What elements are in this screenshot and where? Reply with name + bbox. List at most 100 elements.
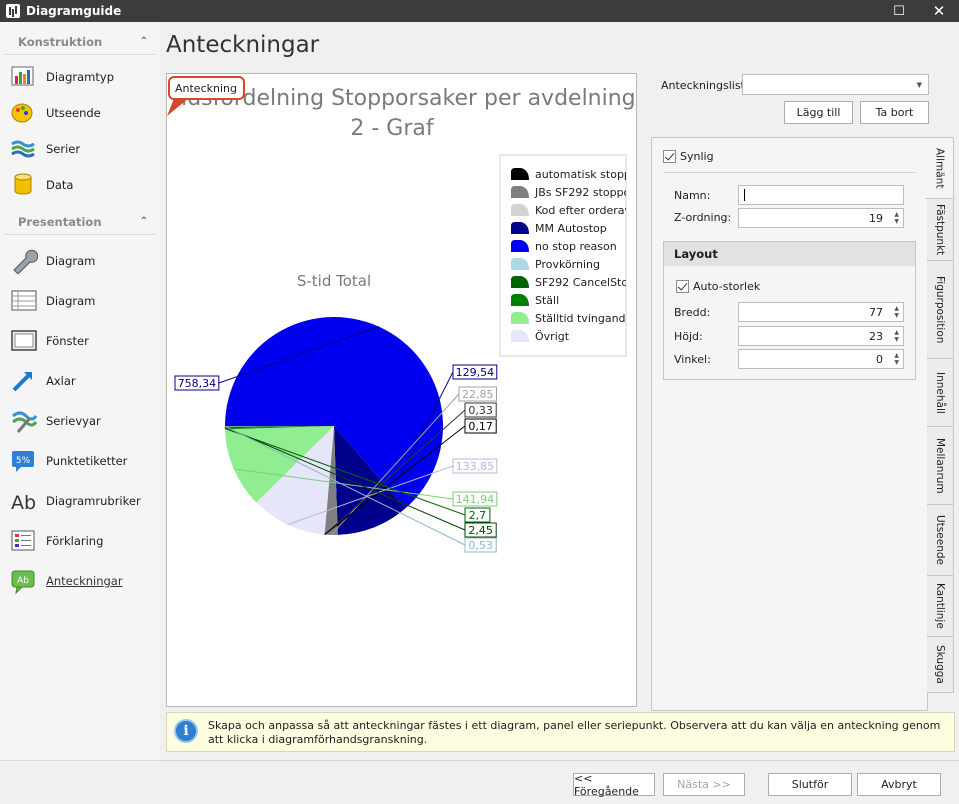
visible-checkbox[interactable]	[663, 150, 676, 163]
autosize-label: Auto-storlek	[693, 280, 761, 293]
width-spinner[interactable]: 77 ▲ ▼	[738, 302, 904, 322]
tab-allmant[interactable]: Allmänt	[926, 137, 954, 199]
chart-type-icon	[10, 64, 38, 90]
chevron-up-icon[interactable]: ⌃	[140, 216, 148, 227]
chart-title-icon: Ab	[10, 488, 38, 514]
section-konstruktion[interactable]: Konstruktion ⌃	[4, 29, 156, 55]
sidebar-item-label: Serievyar	[46, 414, 101, 428]
sidebar-item-forklaring[interactable]: Förklaring	[0, 521, 160, 561]
sidebar-item-fonster[interactable]: Fönster	[0, 321, 160, 361]
tab-figurposition[interactable]: Figurposition	[927, 260, 954, 359]
data-label: 129,54	[456, 366, 495, 379]
spin-arrows-icon[interactable]: ▲ ▼	[894, 305, 899, 319]
divider	[0, 760, 959, 761]
angle-label: Vinkel:	[674, 353, 711, 366]
sidebar-item-utseende[interactable]: Utseende	[0, 95, 160, 131]
sidebar-item-label: Data	[46, 178, 74, 192]
data-label: 0,17	[468, 420, 493, 433]
next-button[interactable]: Nästa >>	[663, 773, 745, 796]
series-view-icon	[10, 408, 38, 434]
annotation-icon: Ab	[10, 568, 38, 595]
chart-title-line2: 2 - Graf	[350, 116, 434, 141]
legend-entry: Kod efter orderavs	[535, 204, 637, 217]
sidebar-item-label: Förklaring	[46, 534, 104, 548]
chart-preview[interactable]: Tidsfördelning Stopporsaker per avdelnin…	[166, 73, 637, 707]
sidebar-item-anteckningar[interactable]: Ab Anteckningar	[0, 561, 160, 601]
legend-icon	[10, 528, 38, 554]
maximize-icon[interactable]: ☐	[884, 0, 914, 22]
sidebar-item-diagram-2[interactable]: Diagram	[0, 281, 160, 321]
visible-checkbox-row[interactable]: Synlig	[663, 150, 714, 163]
svg-text:Ab: Ab	[17, 576, 29, 586]
appearance-icon	[10, 100, 38, 126]
pie-chart[interactable]: Tidsfördelning Stopporsaker per avdelnin…	[167, 74, 637, 707]
section-presentation[interactable]: Presentation ⌃	[4, 209, 156, 235]
angle-spinner[interactable]: 0 ▲ ▼	[738, 349, 904, 369]
tab-skugga[interactable]: Skugga	[927, 636, 954, 693]
chevron-up-icon[interactable]: ⌃	[140, 36, 148, 47]
sidebar-item-label: Fönster	[46, 334, 89, 348]
visible-label: Synlig	[680, 150, 714, 163]
text-cursor	[744, 189, 745, 201]
cancel-button[interactable]: Avbryt	[857, 773, 941, 796]
finish-button[interactable]: Slutför	[768, 773, 852, 796]
tab-kantlinje[interactable]: Kantlinje	[927, 575, 954, 637]
autosize-checkbox[interactable]	[676, 280, 689, 293]
legend-entry: Övrigt	[535, 330, 570, 343]
spin-arrows-icon[interactable]: ▲ ▼	[894, 211, 899, 225]
tab-mellanrum[interactable]: Mellanrum	[927, 426, 954, 505]
axis-arrow-icon	[10, 368, 38, 394]
diagram-grid-icon	[10, 288, 38, 314]
pie-slices	[225, 317, 443, 535]
data-label: 758,34	[178, 377, 217, 390]
remove-annotation-button[interactable]: Ta bort	[860, 101, 929, 124]
divider	[663, 172, 916, 173]
sidebar-item-diagramtyp[interactable]: Diagramtyp	[0, 59, 160, 95]
name-field[interactable]	[738, 185, 904, 205]
legend-entry: SF292 CancelStop(	[535, 276, 637, 289]
tab-utseende[interactable]: Utseende	[927, 504, 954, 576]
add-annotation-button[interactable]: Lägg till	[784, 101, 853, 124]
info-bar: i Skapa och anpassa så att anteckningar …	[166, 712, 955, 752]
zorder-spinner[interactable]: 19 ▲ ▼	[738, 208, 904, 228]
database-icon	[10, 172, 38, 198]
sidebar-item-label: Diagramtyp	[46, 70, 114, 84]
sidebar-item-data[interactable]: Data	[0, 167, 160, 203]
sidebar-item-diagramrubriker[interactable]: Ab Diagramrubriker	[0, 481, 160, 521]
zorder-label: Z-ordning:	[674, 211, 732, 224]
dropdown-arrow-icon[interactable]: ▼	[917, 81, 922, 89]
page-title: Anteckningar	[166, 32, 320, 58]
legend-entry: Provkörning	[535, 258, 600, 271]
title-bar: Diagramguide ☐ ✕	[0, 0, 959, 22]
height-spinner[interactable]: 23 ▲ ▼	[738, 326, 904, 346]
sidebar-item-label: Punktetiketter	[46, 454, 128, 468]
spin-arrows-icon[interactable]: ▲ ▼	[894, 329, 899, 343]
sidebar-item-punktetiketter[interactable]: 5% Punktetiketter	[0, 441, 160, 481]
spin-arrows-icon[interactable]: ▲ ▼	[894, 352, 899, 366]
tab-innehall[interactable]: Innehåll	[927, 358, 954, 427]
section-label: Presentation	[18, 214, 102, 229]
annotation-text[interactable]: Anteckning	[175, 82, 237, 95]
data-label: 133,85	[456, 460, 495, 473]
sidebar-item-diagram-1[interactable]: Diagram	[0, 241, 160, 281]
close-icon[interactable]: ✕	[924, 0, 954, 22]
data-label: 0,33	[468, 404, 493, 417]
legend-entry: Ställtid tvingande	[535, 312, 633, 325]
legend-entry: Ställ	[535, 294, 559, 307]
annotation-list-dropdown[interactable]: ▼	[742, 74, 929, 95]
previous-button[interactable]: << Föregående	[573, 772, 655, 798]
autosize-checkbox-row[interactable]: Auto-storlek	[676, 280, 760, 293]
sidebar-item-label: Utseende	[46, 106, 101, 120]
sidebar-item-axlar[interactable]: Axlar	[0, 361, 160, 401]
zorder-value: 19	[869, 211, 883, 225]
window-title: Diagramguide	[26, 4, 122, 18]
sidebar-item-serier[interactable]: Serier	[0, 131, 160, 167]
legend-entry: JBs SF292 stoppor	[534, 186, 635, 199]
legend-entry: MM Autostop	[535, 222, 607, 235]
tab-fastpunkt[interactable]: Fästpunkt	[927, 198, 954, 261]
svg-text:5%: 5%	[16, 456, 31, 466]
data-label: 2,45	[468, 524, 493, 537]
wizard-sidebar: Konstruktion ⌃ Diagramtyp Utseende Serie…	[0, 22, 160, 762]
chart-legend[interactable]: automatisk stoppo JBs SF292 stoppor Kod ef…	[499, 154, 637, 357]
sidebar-item-serievyar[interactable]: Serievyar	[0, 401, 160, 441]
